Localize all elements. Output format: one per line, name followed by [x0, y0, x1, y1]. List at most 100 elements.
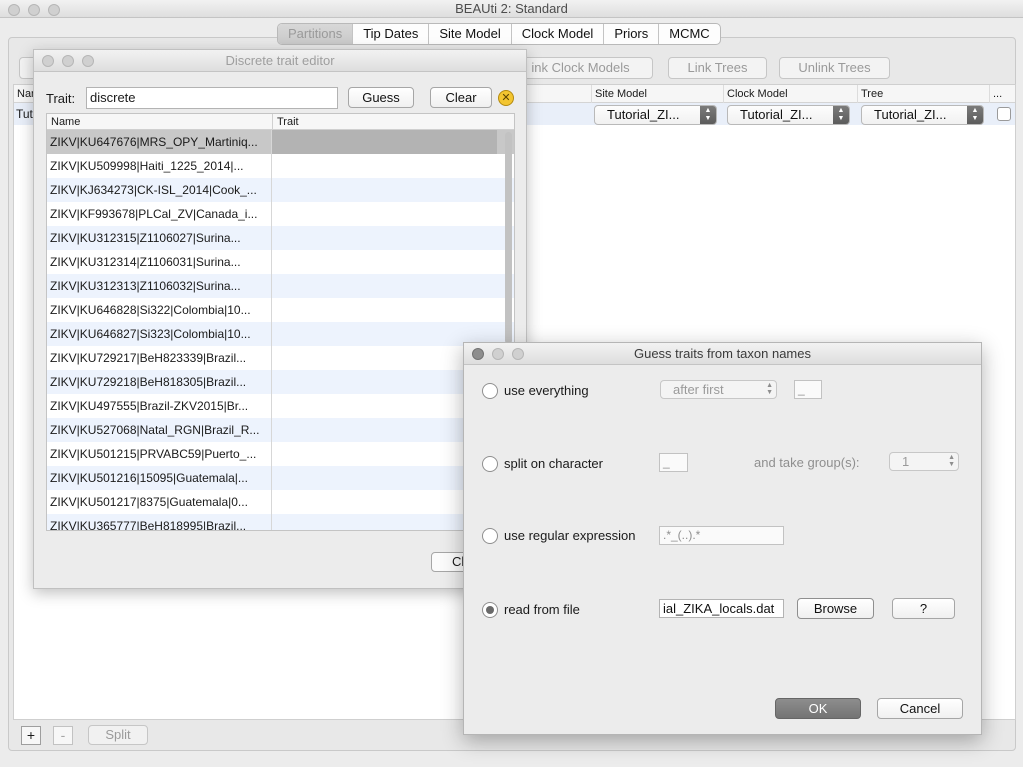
updown-arrows-icon: ▲ ▼	[766, 382, 773, 396]
link-clock-models-button[interactable]: ink Clock Models	[508, 57, 653, 79]
split-button[interactable]: Split	[88, 725, 148, 745]
trait-value-cell[interactable]	[272, 226, 497, 250]
trait-value-cell[interactable]	[272, 274, 497, 298]
link-trees-button[interactable]: Link Trees	[668, 57, 767, 79]
trait-value-cell[interactable]	[272, 202, 497, 226]
split-on-character-radio[interactable]	[482, 456, 498, 472]
table-row[interactable]: ZIKV|KU312314|Z1106031|Surina...	[47, 250, 514, 274]
updown-arrows-icon: ▲ ▼	[700, 106, 716, 124]
taxon-name-cell: ZIKV|KU501217|8375|Guatemala|0...	[47, 490, 272, 514]
table-row[interactable]: ZIKV|KU501216|15095|Guatemala|...	[47, 466, 514, 490]
taxa-table-header: Name Trait	[47, 114, 514, 130]
taxon-name-cell: ZIKV|KU501216|15095|Guatemala|...	[47, 466, 272, 490]
guess-button[interactable]: Guess	[348, 87, 414, 108]
regular-expression-label: use regular expression	[504, 528, 636, 543]
taxon-name-cell: ZIKV|KU312313|Z1106032|Surina...	[47, 274, 272, 298]
trait-value-cell[interactable]	[272, 154, 497, 178]
use-everything-mode-select[interactable]: after first ▲ ▼	[660, 380, 777, 399]
table-row[interactable]: ZIKV|KU365777|BeH818995|Brazil...	[47, 514, 514, 530]
table-row[interactable]: ZIKV|KU729217|BeH823339|Brazil...	[47, 346, 514, 370]
trait-editor-titlebar: Discrete trait editor	[34, 50, 526, 72]
tab-priors[interactable]: Priors	[604, 24, 660, 44]
site-model-select[interactable]: Tutorial_ZI... ▲ ▼	[594, 105, 717, 125]
updown-arrows-icon: ▲ ▼	[948, 454, 955, 468]
col-clock-model-header: Clock Model	[723, 85, 788, 103]
regular-expression-radio[interactable]	[482, 528, 498, 544]
zoom-window-icon[interactable]	[512, 348, 524, 360]
split-delimiter-input[interactable]: _	[659, 453, 688, 472]
table-row[interactable]: ZIKV|KU646828|Si322|Colombia|10...	[47, 298, 514, 322]
ok-button[interactable]: OK	[775, 698, 861, 719]
minimize-window-icon[interactable]	[62, 55, 74, 67]
zoom-window-icon[interactable]	[82, 55, 94, 67]
table-row[interactable]: ZIKV|KU312315|Z1106027|Surina...	[47, 226, 514, 250]
trait-name-input[interactable]: discrete	[86, 87, 338, 109]
tab-partitions[interactable]: Partitions	[278, 24, 354, 44]
col-name-header: Nar	[17, 88, 35, 100]
clear-x-icon[interactable]: ✕	[498, 90, 514, 106]
table-row[interactable]: ZIKV|KU647676|MRS_OPY_Martiniq...	[47, 130, 514, 154]
taxon-name-cell: ZIKV|KU646827|Si323|Colombia|10...	[47, 322, 272, 346]
close-window-icon[interactable]	[42, 55, 54, 67]
trait-label: Trait:	[46, 91, 76, 106]
taxon-name-cell: ZIKV|KU527068|Natal_RGN|Brazil_R...	[47, 418, 272, 442]
regex-input[interactable]: .*_(..).*	[659, 526, 784, 545]
taxa-rows: ZIKV|KU647676|MRS_OPY_Martiniq... ZIKV|K…	[47, 130, 514, 530]
tab-site-model[interactable]: Site Model	[429, 24, 512, 44]
taxon-name-cell: ZIKV|KJ634273|CK-ISL_2014|Cook_...	[47, 178, 272, 202]
table-row[interactable]: ZIKV|KJ634273|CK-ISL_2014|Cook_...	[47, 178, 514, 202]
table-row[interactable]: ZIKV|KU312313|Z1106032|Surina...	[47, 274, 514, 298]
table-row[interactable]: ZIKV|KU497555|Brazil-ZKV2015|Br...	[47, 394, 514, 418]
cancel-button[interactable]: Cancel	[877, 698, 963, 719]
zoom-window-icon[interactable]	[48, 4, 60, 16]
close-window-icon[interactable]	[8, 4, 20, 16]
taxon-name-cell: ZIKV|KU729217|BeH823339|Brazil...	[47, 346, 272, 370]
col-more-header: ...	[989, 85, 1002, 103]
col-tree-header: Tree	[857, 85, 883, 103]
use-everything-radio[interactable]	[482, 383, 498, 399]
tab-tip-dates[interactable]: Tip Dates	[353, 24, 430, 44]
trait-value-cell[interactable]	[272, 298, 497, 322]
vertical-scrollbar[interactable]	[505, 132, 512, 344]
read-from-file-radio[interactable]	[482, 602, 498, 618]
clock-model-select[interactable]: Tutorial_ZI... ▲ ▼	[727, 105, 850, 125]
trait-value-cell[interactable]	[272, 178, 497, 202]
group-select[interactable]: 1 ▲ ▼	[889, 452, 959, 471]
trait-value-cell[interactable]	[272, 130, 497, 154]
table-row[interactable]: ZIKV|KU527068|Natal_RGN|Brazil_R...	[47, 418, 514, 442]
main-titlebar: BEAUti 2: Standard	[0, 0, 1023, 18]
taxon-name-cell: ZIKV|KU312315|Z1106027|Surina...	[47, 226, 272, 250]
guess-dialog-title: Guess traits from taxon names	[633, 346, 811, 361]
browse-button[interactable]: Browse	[797, 598, 874, 619]
table-row[interactable]: ZIKV|KU729218|BeH818305|Brazil...	[47, 370, 514, 394]
help-button[interactable]: ?	[892, 598, 955, 619]
close-window-icon[interactable]	[472, 348, 484, 360]
taxon-name-cell: ZIKV|KU509998|Haiti_1225_2014|...	[47, 154, 272, 178]
minimize-window-icon[interactable]	[28, 4, 40, 16]
use-everything-delimiter-input[interactable]: _	[794, 380, 822, 399]
taxon-name-cell: ZIKV|KU647676|MRS_OPY_Martiniq...	[47, 130, 272, 154]
clear-button[interactable]: Clear	[430, 87, 492, 108]
take-group-label: and take group(s):	[754, 455, 860, 470]
unlink-trees-button[interactable]: Unlink Trees	[779, 57, 890, 79]
taxon-name-cell: ZIKV|KU365777|BeH818995|Brazil...	[47, 514, 272, 530]
taxon-name-cell: ZIKV|KF993678|PLCal_ZV|Canada_i...	[47, 202, 272, 226]
tree-select[interactable]: Tutorial_ZI... ▲ ▼	[861, 105, 984, 125]
trait-file-input[interactable]: ial_ZIKA_locals.dat	[659, 599, 784, 618]
table-row[interactable]: ZIKV|KU501217|8375|Guatemala|0...	[47, 490, 514, 514]
table-row[interactable]: ZIKV|KU509998|Haiti_1225_2014|...	[47, 154, 514, 178]
add-partition-button[interactable]: +	[21, 726, 41, 745]
main-window-title: BEAUti 2: Standard	[455, 1, 568, 16]
table-row[interactable]: ZIKV|KF993678|PLCal_ZV|Canada_i...	[47, 202, 514, 226]
taxon-name-cell: ZIKV|KU312314|Z1106031|Surina...	[47, 250, 272, 274]
taxon-name-cell: ZIKV|KU729218|BeH818305|Brazil...	[47, 370, 272, 394]
ambiguities-checkbox[interactable]	[997, 107, 1011, 121]
taxon-name-cell: ZIKV|KU646828|Si322|Colombia|10...	[47, 298, 272, 322]
minimize-window-icon[interactable]	[492, 348, 504, 360]
table-row[interactable]: ZIKV|KU646827|Si323|Colombia|10...	[47, 322, 514, 346]
tab-mcmc[interactable]: MCMC	[659, 24, 719, 44]
table-row[interactable]: ZIKV|KU501215|PRVABC59|Puerto_...	[47, 442, 514, 466]
trait-value-cell[interactable]	[272, 250, 497, 274]
remove-partition-button[interactable]: -	[53, 726, 73, 745]
tab-clock-model[interactable]: Clock Model	[512, 24, 605, 44]
